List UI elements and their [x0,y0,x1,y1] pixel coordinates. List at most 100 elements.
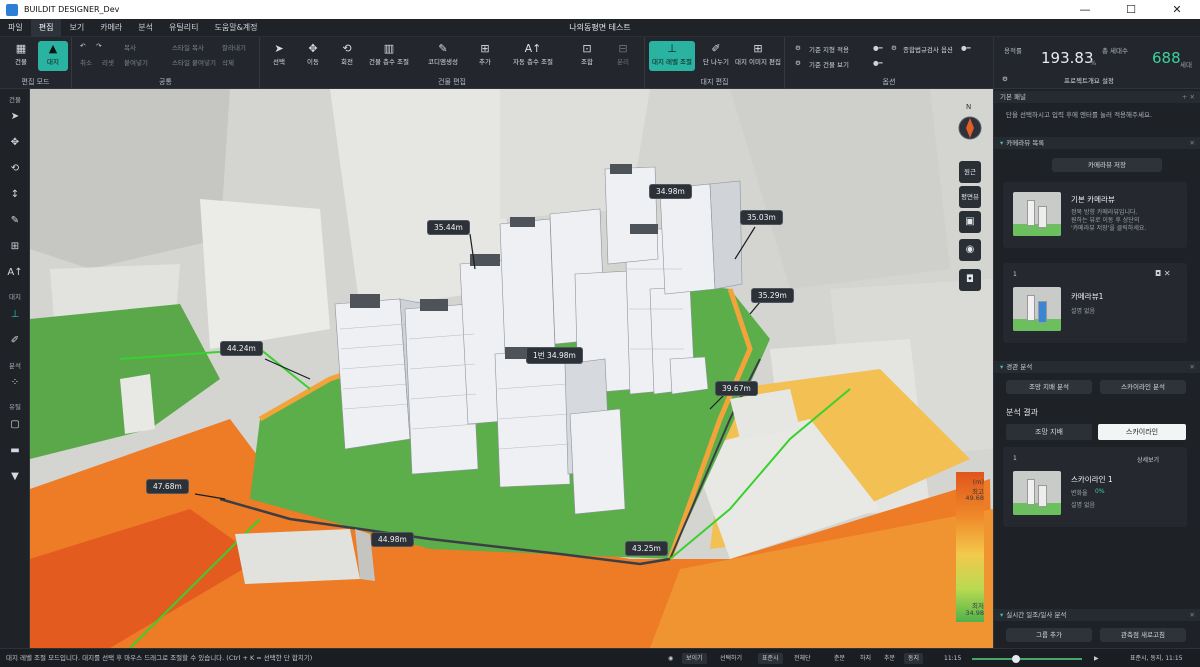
winter-solstice-chip[interactable]: 동지 [904,653,924,664]
camera-view-card[interactable]: 기본 카메라뷰 정북 방향 카메라뷰입니다. 원하는 뷰로 이동 후 상단의 '… [1003,182,1187,248]
site-mode-button[interactable]: ▲ 대지 [38,41,68,71]
undo-icon[interactable]: ↶ [80,42,85,50]
menu-file[interactable]: 파일 [0,19,31,37]
close-window-button[interactable]: ✕ [1154,0,1200,19]
perspective-button[interactable]: 원근 [959,161,981,183]
time-summary: 표준시, 동지, 11:15 [1130,655,1183,662]
generate-button[interactable]: ✎ 코디엠생성 [420,41,466,71]
camera-icon[interactable]: ◘ [959,269,981,291]
menu-help-account[interactable]: 도움말&계정 [206,19,265,37]
detail-link[interactable]: 상세보기 [1137,455,1159,464]
cancel-button[interactable]: 취소 [80,57,92,67]
delete-button[interactable]: 삭제 [222,57,234,67]
skyline-result-card[interactable]: 1 상세보기 스카이라인 1 변화율 0% 설명 없음 [1003,447,1187,527]
regulation-check-option[interactable]: 종합법규검사 옵션 [903,44,953,54]
common-label: 공통 [159,78,172,86]
copy-button[interactable]: 복사 [124,42,136,52]
autumn-equinox-chip[interactable]: 추분 [880,653,899,664]
split-button[interactable]: ⊟ 분리 [608,41,638,71]
edit-mode-group: ▦ 건물 ▲ 대지 편집 모드 [0,37,72,89]
split-level-button[interactable]: ✐ 단 나누기 [701,41,731,71]
summer-solstice-chip[interactable]: 하지 [856,653,875,664]
auto-floor-tool-icon[interactable]: A↑ [4,264,26,282]
view-analysis-header[interactable]: ▾ 경관 분석 ✕ [994,361,1200,373]
select-chip[interactable]: 선택하기 [716,653,746,664]
toggle-icon[interactable]: ●━ [873,59,883,67]
reset-button[interactable]: 리셋 [102,57,114,67]
view-dominance-analysis-button[interactable]: 조망 지배 분석 [1006,380,1092,394]
eye-icon[interactable]: ◉ [664,653,677,664]
add-group-button[interactable]: 그룹 추가 [1006,628,1092,642]
site-level-button[interactable]: ⊥ 대지 레벨 조절 [649,41,695,71]
elevation-legend: (m) 최고 49.68 최저 34.98 [956,472,984,622]
bar-tool-icon[interactable]: ▬ [4,442,26,460]
redo-icon[interactable]: ↷ [96,42,101,50]
location-pin-icon[interactable]: ◉ [959,239,981,261]
image-icon[interactable]: ▣ [959,211,981,233]
rotate-tool-icon[interactable]: ⟲ [4,160,26,178]
cursor-icon: ➤ [274,42,284,55]
auto-floor-button[interactable]: A↑ 자동 층수 조절 [510,41,556,71]
panel-options-icon[interactable]: + ✕ [1182,91,1195,103]
cut-button[interactable]: 잘라내기 [222,42,246,52]
add-button[interactable]: ⊞ 추가 [470,41,500,71]
floor-count-button[interactable]: ▥ 건물 층수 조절 [366,41,412,71]
minimize-button[interactable]: — [1062,0,1108,19]
camera-list-header[interactable]: ▾ 카메라뷰 목록 ✕ [994,137,1200,149]
move-tool-icon[interactable]: ✥ [4,134,26,152]
site-level-tool-icon[interactable]: ⊥ [4,306,26,324]
camera-card-index: 1 [1013,271,1017,278]
style-paste-button[interactable]: 스타일 붙여넣기 [172,57,216,67]
add-tool-icon[interactable]: ⊞ [4,238,26,256]
all-levels-chip[interactable]: 전체단 [790,653,815,664]
combine-button[interactable]: ⊡ 조합 [572,41,602,71]
tab-view-dominance[interactable]: 조망 지배 [1006,424,1092,440]
time-slider-handle[interactable] [1012,655,1020,663]
brush-tool-icon[interactable]: ✐ [4,332,26,350]
menu-view[interactable]: 보기 [61,19,92,37]
refresh-observation-button[interactable]: 관측점 새로고침 [1100,628,1186,642]
rotate-button[interactable]: ⟲ 회전 [332,41,362,71]
maximize-button[interactable]: ☐ [1108,0,1154,19]
scatter-tool-icon[interactable]: ⁘ [4,374,26,392]
basic-panel-header[interactable]: 기본 패널 + ✕ [994,91,1200,103]
menu-camera[interactable]: 카메라 [92,19,130,37]
move-button[interactable]: ✥ 이동 [298,41,328,71]
close-icon[interactable]: ✕ [1190,609,1195,621]
legend-unit: (m) [972,478,984,486]
building-mode-button[interactable]: ▦ 건물 [6,41,36,71]
height-tool-icon[interactable]: ↕ [4,186,26,204]
camera-view-card[interactable]: 1 ◘ ✕ 카메라뷰1 설명 없음 [1003,263,1187,343]
menu-analysis[interactable]: 분석 [130,19,161,37]
base-building-option[interactable]: 기준 건물 보기 [809,59,849,69]
save-camera-view-button[interactable]: 카메라뷰 저장 [1052,158,1162,172]
standard-time-chip[interactable]: 표준시 [758,653,783,664]
style-copy-button[interactable]: 스타일 복사 [172,42,204,52]
spring-equinox-chip[interactable]: 춘분 [830,653,849,664]
toggle-icon[interactable]: ●━ [873,44,883,52]
sunlight-analysis-header[interactable]: ▾ 실시간 일조/일사 분석 ✕ [994,609,1200,621]
site-image-edit-button[interactable]: ⊞ 대지 이미지 편집 [735,41,781,71]
show-chip[interactable]: 보이기 [682,653,707,664]
paste-button[interactable]: 붙여넣기 [124,57,148,67]
toggle-icon[interactable]: ●━ [961,44,971,52]
play-icon[interactable]: ▶ [1090,653,1103,664]
plan-view-button[interactable]: 평면뷰 [959,186,981,208]
close-icon[interactable]: ✕ [1190,361,1195,373]
utility-section-label: 유틸 [9,403,21,411]
menu-edit[interactable]: 편집 [30,18,62,37]
stamp-tool-icon[interactable]: ▼ [4,468,26,486]
skyline-analysis-button[interactable]: 스카이라인 분석 [1100,380,1186,394]
select-tool-icon[interactable]: ➤ [4,108,26,126]
project-settings-button[interactable]: 프로젝트개요 설정 [1064,75,1114,85]
menu-utility[interactable]: 유틸리티 [161,19,206,37]
select-button[interactable]: ➤ 선택 [264,41,294,71]
pen-tool-icon[interactable]: ✎ [4,212,26,230]
camera-icon[interactable]: ◘ ✕ [1155,269,1171,278]
time-slider[interactable] [972,655,1082,663]
3d-viewport[interactable]: 35.44m 34.98m 35.03m 35.29m 44.24m 1번 34… [30,89,993,648]
base-terrain-option[interactable]: 기준 지형 적용 [809,44,849,54]
frame-tool-icon[interactable]: ▢ [4,416,26,434]
close-icon[interactable]: ✕ [1190,137,1195,149]
tab-skyline[interactable]: 스카이라인 [1098,424,1186,440]
